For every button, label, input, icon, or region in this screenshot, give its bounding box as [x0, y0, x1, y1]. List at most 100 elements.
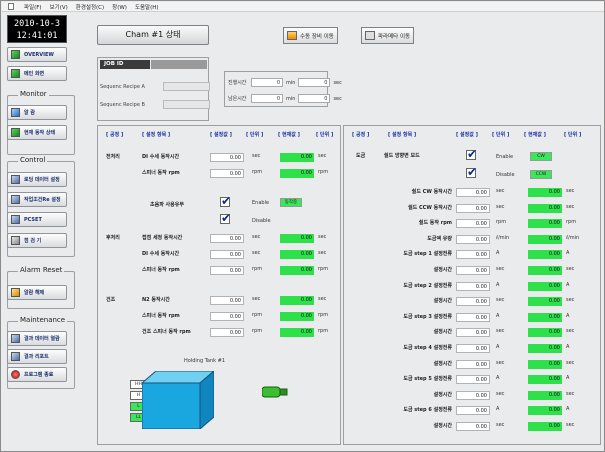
plating-current-value: 0.00	[528, 281, 562, 291]
plating-set-field[interactable]: 0.00	[456, 250, 490, 260]
set-value-field[interactable]: 0.00	[210, 266, 244, 275]
manual-move-button[interactable]: 수동 장비 이동	[283, 27, 338, 44]
plating-unit2: sec	[566, 297, 575, 304]
plating-item-label: 도금액 유량	[427, 235, 452, 242]
plating-set-field[interactable]: 0.00	[456, 406, 490, 416]
plating-current-value: 0.00	[528, 422, 562, 431]
process-label: 후처리	[106, 235, 120, 241]
recipe-a-field[interactable]	[163, 82, 210, 91]
clock-date: 2010-10-3	[13, 19, 61, 29]
current-value: 0.00	[280, 312, 314, 321]
plating-current-value: 0.00	[528, 219, 562, 229]
loading-data-button[interactable]: 로딩 데이터 설정	[7, 172, 67, 187]
plating-set-field[interactable]: 0.00	[456, 281, 490, 291]
plating-current-value: 0.00	[528, 234, 562, 244]
work-condition-icon	[11, 195, 20, 204]
plating-unit2: ℓ/min	[566, 234, 580, 241]
plating-current-value: 0.00	[528, 297, 562, 307]
process-label: 건조	[106, 297, 116, 303]
magnifier-icon	[11, 236, 20, 245]
current-status-button[interactable]: 현재 동작 상태	[7, 125, 67, 140]
plating-unit2: rpm	[566, 219, 577, 226]
plating-set-field[interactable]: 0.00	[456, 312, 490, 322]
main-screen-button[interactable]: 메인 화면	[7, 66, 67, 81]
plating-current-value: 0.00	[528, 328, 562, 338]
r-col-unit: [ 단위 ]	[492, 132, 510, 138]
app-window: 파일(F) 보기(V) 환경설정(C) 창(W) 도움말(H) 2010-10-…	[0, 0, 605, 452]
unit2-label: sec	[318, 153, 327, 159]
plating-item-label: 도금 step 1 설정전류	[403, 251, 452, 258]
unit-label: rpm	[252, 312, 263, 318]
work-condition-button[interactable]: 작업조건Re 설정	[7, 192, 67, 207]
plating-unit: A	[496, 312, 500, 319]
plating-set-field[interactable]: 0.00	[456, 390, 490, 400]
plating-current-value: 0.00	[528, 359, 562, 369]
col-set: [ 설정값 ]	[210, 132, 232, 138]
result-report-button[interactable]: 결과 리포트	[7, 349, 67, 364]
plating-unit2: sec	[566, 266, 575, 272]
exit-program-button[interactable]: 프로그램 종료	[7, 367, 67, 382]
pcset-button[interactable]: PCSET	[7, 212, 67, 227]
plating-item-label: 도금 step 3 설정전류	[403, 313, 452, 320]
col-process: [ 공정 ]	[106, 132, 124, 138]
item-label: 스피너 동작 rpm	[142, 313, 180, 319]
plating-current-value: 0.00	[528, 266, 562, 275]
plating-current-value: 0.00	[528, 375, 562, 385]
plating-item-label: 설정시간	[433, 360, 452, 367]
exit-icon	[11, 370, 20, 379]
shield-enable-label: Enable	[496, 154, 514, 160]
overview-button[interactable]: OVERVIEW	[7, 47, 67, 62]
set-value-field[interactable]: 0.00	[210, 169, 244, 178]
set-value-field[interactable]: 0.00	[210, 312, 244, 321]
plating-set-field[interactable]: 0.00	[456, 359, 490, 369]
main-area: Cham #1 상태 수동 장비 이동 파라메타 이동 JOB ID Seque…	[93, 15, 604, 447]
recipe-b-row: Sequenc Recipe B	[100, 100, 210, 109]
parameter-move-button[interactable]: 파라메타 이동	[361, 27, 415, 44]
plating-set-field[interactable]: 0.00	[456, 219, 490, 229]
shield-disable-checkbox[interactable]	[466, 165, 477, 179]
alarm-button[interactable]: 알 람	[7, 105, 67, 120]
plating-set-field[interactable]: 0.00	[456, 203, 490, 213]
enable-label: Enable	[252, 200, 270, 206]
plating-set-field[interactable]: 0.00	[456, 422, 490, 431]
disable-checkbox[interactable]	[220, 211, 231, 225]
plating-set-field[interactable]: 0.00	[456, 188, 490, 197]
recipe-b-field[interactable]	[163, 100, 210, 109]
menu-config[interactable]: 환경설정(C)	[76, 3, 104, 11]
shield-enable-checkbox[interactable]	[466, 147, 477, 161]
alarm-clear-icon	[11, 288, 20, 297]
menu-help[interactable]: 도움말(H)	[135, 3, 159, 11]
plating-unit2: A	[566, 281, 570, 288]
ultrasonic-label: 초음파 사용유무	[150, 202, 184, 208]
plating-unit: A	[496, 250, 500, 257]
menu-file[interactable]: 파일(F)	[24, 3, 42, 11]
enable-checkbox[interactable]	[220, 194, 231, 208]
plating-set-field[interactable]: 0.00	[456, 328, 490, 338]
plating-set-field[interactable]: 0.00	[456, 344, 490, 353]
plating-set-field[interactable]: 0.00	[456, 266, 490, 275]
menu-view[interactable]: 보기(V)	[50, 3, 68, 11]
inspection-button[interactable]: 점 검 기	[7, 233, 67, 248]
plating-panel: [ 공정 ] [ 설정 항목 ] [ 설정값 ] [ 단위 ] [ 현재값 ] …	[343, 125, 601, 445]
plating-set-field[interactable]: 0.00	[456, 375, 490, 385]
r-col-current: [ 현재값 ]	[524, 132, 546, 138]
result-data-button[interactable]: 결과 데이터 열람	[7, 331, 67, 346]
plating-unit: A	[496, 406, 500, 413]
disable-label: Disable	[252, 218, 271, 224]
set-value-field[interactable]: 0.00	[210, 153, 244, 162]
set-value-field[interactable]: 0.00	[210, 234, 244, 243]
report-icon	[11, 352, 20, 361]
chamber-state-title: Cham #1 상태	[97, 25, 209, 45]
shield-disable-label: Disable	[496, 172, 515, 178]
menu-window[interactable]: 창(W)	[112, 3, 127, 11]
plating-set-field[interactable]: 0.00	[456, 234, 490, 244]
set-value-field[interactable]: 0.00	[210, 296, 244, 305]
set-value-field[interactable]: 0.00	[210, 250, 244, 259]
set-value-field[interactable]: 0.00	[210, 328, 244, 337]
item-label: DI 수세 동작시간	[142, 154, 180, 160]
plating-set-field[interactable]: 0.00	[456, 297, 490, 307]
plating-unit2: A	[566, 312, 570, 319]
alarm-clear-button[interactable]: 알람 해제	[7, 285, 67, 300]
unit2-label: sec	[318, 296, 327, 302]
monitor-title: Monitor	[18, 90, 49, 98]
